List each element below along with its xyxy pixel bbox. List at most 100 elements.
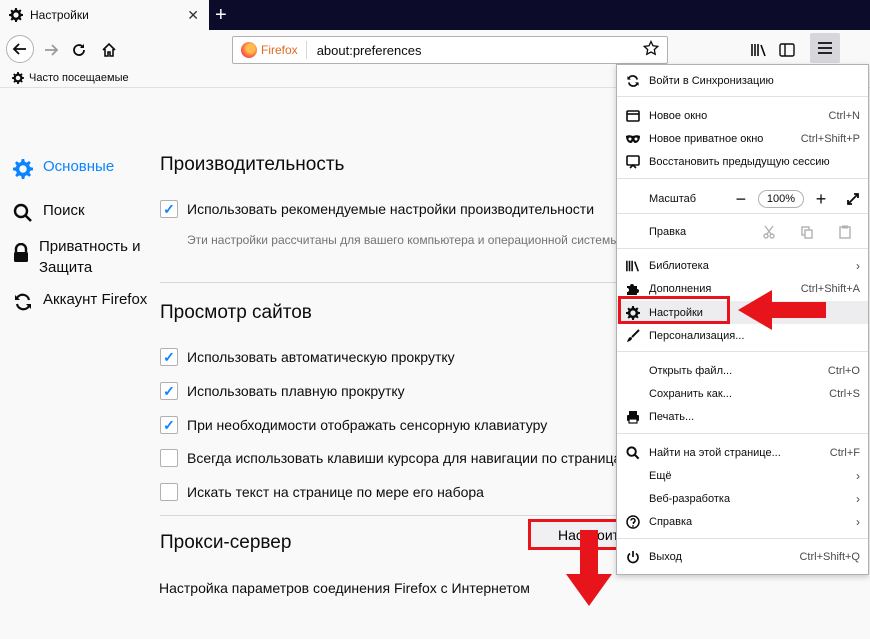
sidebar-icon	[779, 43, 795, 57]
zoom-controls: Масштаб − 100% +	[617, 186, 868, 212]
menu-separator	[617, 178, 868, 179]
menu-item-restore-session[interactable]: Восстановить предыдущую сессию	[617, 150, 868, 173]
fullscreen-icon[interactable]	[844, 190, 862, 208]
library-icon	[751, 44, 766, 57]
new-tab-button[interactable]: +	[215, 3, 227, 27]
menu-shortcut: Ctrl+Shift+Q	[799, 550, 860, 563]
search-icon	[12, 202, 34, 224]
menu-label: Открыть файл...	[649, 364, 733, 377]
option-label: Использовать рекомендуемые настройки про…	[187, 201, 595, 217]
zoom-reset-button[interactable]: 100%	[757, 190, 804, 208]
chevron-right-icon: ›	[856, 258, 860, 273]
divider	[160, 282, 620, 283]
firefox-logo-icon	[241, 42, 257, 58]
checkbox[interactable]	[160, 200, 178, 218]
option-autoscroll[interactable]: Использовать автоматическую прокрутку	[160, 348, 455, 366]
hamburger-icon	[818, 42, 832, 54]
option-caret-browsing[interactable]: Всегда использовать клавиши курсора для …	[160, 449, 631, 467]
menu-shortcut: Ctrl+N	[828, 109, 860, 122]
menu-label: Библиотека	[649, 259, 709, 272]
menu-label: Войти в Синхронизацию	[649, 74, 774, 87]
menu-label: Персонализация...	[649, 329, 745, 342]
menu-item-library[interactable]: Библиотека ›	[617, 254, 868, 277]
back-button[interactable]	[6, 35, 34, 63]
red-left-arrow-annotation	[738, 290, 826, 330]
library-icon	[625, 258, 641, 274]
menu-item-find[interactable]: Найти на этой странице... Ctrl+F	[617, 441, 868, 464]
menu-item-web-developer[interactable]: Веб-разработка ›	[617, 487, 868, 510]
option-smooth-scroll[interactable]: Использовать плавную прокрутку	[160, 382, 405, 400]
url-separator	[305, 41, 307, 59]
reload-button[interactable]	[66, 37, 92, 63]
menu-item-open-file[interactable]: Открыть файл... Ctrl+O	[617, 359, 868, 382]
option-find-as-you-type[interactable]: Искать текст на странице по мере его наб…	[160, 483, 484, 501]
home-icon	[102, 42, 116, 57]
option-touch-keyboard[interactable]: При необходимости отображать сенсорную к…	[160, 416, 547, 434]
help-icon	[625, 514, 641, 530]
copy-icon[interactable]	[792, 225, 822, 239]
category-label: Поиск	[43, 202, 85, 219]
checkbox[interactable]	[160, 382, 178, 400]
tab-close-icon[interactable]: ✕	[187, 7, 199, 24]
gear-icon	[12, 71, 24, 84]
zoom-label: Масштаб	[649, 193, 697, 205]
checkbox[interactable]	[160, 348, 178, 366]
paste-icon[interactable]	[830, 225, 860, 239]
settings-highlight-annotation	[618, 296, 730, 324]
sidebar-button[interactable]	[774, 37, 800, 63]
menu-label: Выход	[649, 550, 682, 563]
sync-icon	[12, 291, 34, 313]
option-label: Всегда использовать клавиши курсора для …	[187, 450, 631, 466]
menu-separator	[617, 433, 868, 434]
puzzle-icon	[625, 281, 641, 297]
gear-icon	[8, 7, 24, 23]
menu-item-sync[interactable]: Войти в Синхронизацию	[617, 69, 868, 92]
menu-separator	[617, 248, 868, 249]
zoom-in-button[interactable]: +	[810, 189, 832, 210]
blank-icon	[625, 491, 641, 507]
forward-button[interactable]	[38, 37, 64, 63]
url-input[interactable]	[316, 42, 643, 58]
restore-icon	[625, 154, 641, 170]
menu-item-new-window[interactable]: Новое окно Ctrl+N	[617, 104, 868, 127]
blank-icon	[625, 363, 641, 379]
printer-icon	[625, 409, 641, 425]
menu-button[interactable]	[810, 33, 840, 63]
lock-icon	[12, 242, 30, 264]
checkbox[interactable]	[160, 416, 178, 434]
url-bar[interactable]: Firefox	[232, 36, 668, 64]
cut-icon[interactable]	[754, 225, 784, 239]
tab-settings[interactable]: Настройки ✕	[0, 0, 209, 30]
zoom-out-button[interactable]: −	[730, 189, 752, 210]
category-general[interactable]: Основные	[12, 158, 114, 180]
search-icon	[625, 445, 641, 461]
menu-shortcut: Ctrl+F	[829, 446, 860, 459]
menu-item-private-window[interactable]: Новое приватное окно Ctrl+Shift+P	[617, 127, 868, 150]
menu-shortcut: Ctrl+Shift+P	[800, 132, 860, 145]
proxy-description: Настройка параметров соединения Firefox …	[159, 580, 530, 596]
menu-item-more[interactable]: Ещё ›	[617, 464, 868, 487]
category-account[interactable]: Аккаунт Firefox	[12, 291, 147, 313]
menu-item-exit[interactable]: Выход Ctrl+Shift+Q	[617, 545, 868, 568]
library-button[interactable]	[746, 37, 772, 63]
menu-label: Восстановить предыдущую сессию	[649, 155, 830, 168]
category-privacy[interactable]: Приватность и Защита	[12, 236, 152, 278]
category-search[interactable]: Поиск	[12, 202, 85, 224]
menu-item-help[interactable]: Справка ›	[617, 510, 868, 533]
category-label: Аккаунт Firefox	[43, 291, 148, 308]
option-label: Искать текст на странице по мере его наб…	[187, 484, 484, 500]
checkbox[interactable]	[160, 483, 178, 501]
option-recommended-performance[interactable]: Использовать рекомендуемые настройки про…	[160, 200, 594, 218]
section-heading-performance: Производительность	[160, 154, 345, 175]
checkbox[interactable]	[160, 449, 178, 467]
category-label: Основные	[43, 158, 115, 175]
home-button[interactable]	[96, 37, 122, 63]
divider	[160, 515, 620, 516]
menu-item-print[interactable]: Печать...	[617, 405, 868, 428]
bookmark-star-icon[interactable]	[642, 39, 660, 61]
menu-item-save-as[interactable]: Сохранить как... Ctrl+S	[617, 382, 868, 405]
menu-label: Найти на этой странице...	[649, 446, 781, 459]
window-icon	[625, 108, 641, 124]
menu-shortcut: Ctrl+S	[829, 387, 860, 400]
bookmark-most-visited[interactable]: Часто посещаемые	[29, 72, 129, 84]
